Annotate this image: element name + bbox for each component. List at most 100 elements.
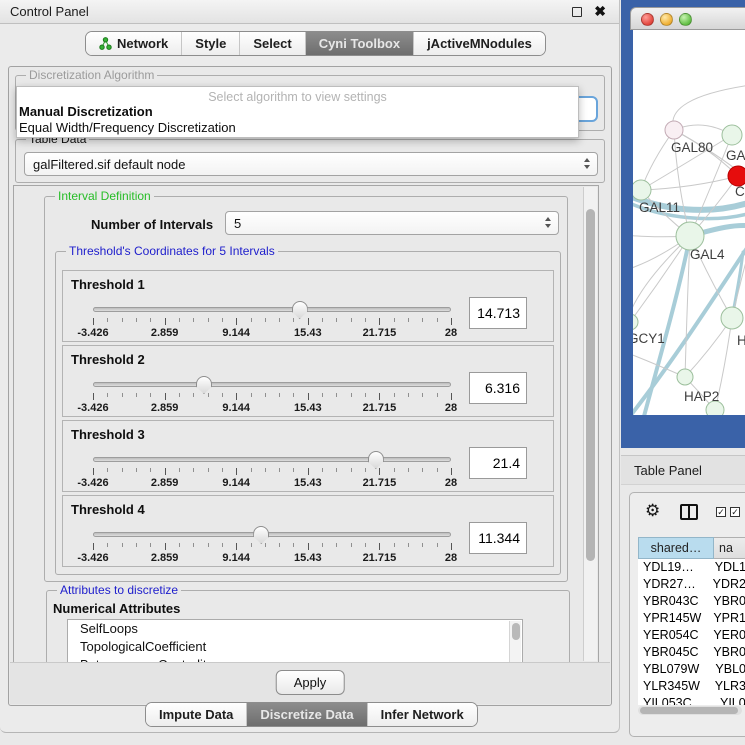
minimize-traffic-light-icon[interactable] — [660, 13, 673, 26]
table-toolbar: ⚙ ✓ ✓ — [630, 499, 745, 529]
tab-infer-network[interactable]: Infer Network — [367, 703, 477, 726]
network-node-label: GA — [726, 148, 745, 163]
list-scrollbar[interactable] — [509, 621, 521, 663]
table-cell: YBL0 — [709, 661, 745, 678]
table-row[interactable]: YDR27…YDR2 — [638, 576, 745, 593]
tab-label: Cyni Toolbox — [319, 32, 400, 56]
network-node-gcy1[interactable] — [633, 314, 638, 330]
table-cell: YER054C — [638, 627, 707, 644]
table-row[interactable]: YPR145WYPR1 — [638, 610, 745, 627]
attribute-item-selfloops[interactable]: SelfLoops — [68, 620, 522, 638]
table-data-combobox[interactable]: galFiltered.sif default node — [24, 152, 598, 176]
checkbox-icon-1[interactable]: ✓ — [716, 507, 726, 517]
settings-scrollbar[interactable] — [583, 187, 597, 661]
slider-ticks — [93, 318, 451, 326]
zoom-traffic-light-icon[interactable] — [679, 13, 692, 26]
num-intervals-label: Number of Intervals — [91, 217, 213, 232]
threshold-panel-threshold-1: Threshold 1-3.4262.8599.14415.4321.71528 — [62, 270, 554, 342]
table-panel-title: Table Panel — [634, 463, 702, 478]
tab-style[interactable]: Style — [181, 32, 239, 55]
table-panel-titlebar: Table Panel — [621, 455, 745, 485]
threshold-label: Threshold 4 — [71, 502, 145, 517]
threshold-slider[interactable]: -3.4262.8599.14415.4321.71528 — [93, 451, 451, 491]
threshold-value-input[interactable] — [469, 447, 527, 479]
interval-definition-group: Interval Definition Number of Intervals … — [44, 196, 568, 582]
table-panel: ⚙ ✓ ✓ shared…na YDL19…YDL1YDR27…YDR2YBR0… — [629, 492, 745, 737]
network-canvas[interactable]: GAL80GACGAL11GAL4GCY1HHAP2 — [633, 30, 745, 415]
table-row[interactable]: YER054CYER0 — [638, 627, 745, 644]
threshold-slider[interactable]: -3.4262.8599.14415.4321.71528 — [93, 301, 451, 341]
column-view-icon[interactable] — [680, 504, 698, 520]
network-node-label: GAL80 — [671, 140, 713, 155]
table-cell: YBR045C — [638, 644, 707, 661]
tab-label: Impute Data — [159, 703, 233, 727]
attributes-list[interactable]: SelfLoopsTopologicalCoefficientBetweenne… — [67, 619, 523, 663]
settings-scrollbar-thumb[interactable] — [586, 209, 595, 561]
table-cell: YER0 — [707, 627, 745, 644]
tab-impute-data[interactable]: Impute Data — [146, 703, 246, 726]
tab-cyni-toolbox[interactable]: Cyni Toolbox — [305, 32, 413, 55]
close-icon[interactable]: ✖ — [594, 3, 606, 20]
table-column-header[interactable]: na — [714, 537, 745, 559]
threshold-label: Threshold 2 — [71, 352, 145, 367]
tab-label: Discretize Data — [260, 703, 353, 727]
dropdown-placeholder: Select algorithm to view settings — [17, 87, 578, 104]
cyni-toolbox-panel: Discretization Algorithm Select algorith… — [8, 66, 612, 706]
network-node-gal4[interactable] — [676, 222, 704, 250]
threshold-value-input[interactable] — [469, 372, 527, 404]
network-node-ga[interactable] — [722, 125, 742, 145]
tab-jactivemnodules[interactable]: jActiveMNodules — [413, 32, 545, 55]
list-scrollbar-thumb[interactable] — [512, 623, 520, 640]
tab-label: Select — [253, 32, 291, 56]
network-node-gal11[interactable] — [633, 180, 651, 200]
checkbox-icon-2[interactable]: ✓ — [730, 507, 740, 517]
gear-icon[interactable]: ⚙ — [645, 501, 660, 521]
group-title: Interval Definition — [55, 189, 154, 203]
num-intervals-value: 5 — [234, 216, 241, 231]
float-window-icon[interactable] — [572, 7, 582, 17]
num-intervals-combobox[interactable]: 5 — [225, 211, 559, 235]
attributes-group: Attributes to discretize Numerical Attri… — [46, 590, 570, 663]
group-title: Attributes to discretize — [57, 583, 181, 597]
network-node-label: GAL4 — [690, 247, 725, 262]
table-cell: YBR0 — [707, 644, 745, 661]
close-traffic-light-icon[interactable] — [641, 13, 654, 26]
network-node-hap2[interactable] — [677, 369, 693, 385]
network-node-c[interactable] — [728, 166, 745, 186]
tab-discretize-data[interactable]: Discretize Data — [246, 703, 366, 726]
slider-thumb[interactable] — [368, 451, 384, 469]
threshold-value-input[interactable] — [469, 297, 527, 329]
slider-thumb[interactable] — [253, 526, 269, 544]
table-horizontal-scrollbar[interactable] — [638, 706, 742, 715]
apply-button[interactable]: Apply — [276, 670, 345, 695]
table-row[interactable]: YDL19…YDL1 — [638, 559, 745, 576]
table-row[interactable]: YLR345WYLR3 — [638, 678, 745, 695]
network-node-h[interactable] — [721, 307, 743, 329]
slider-thumb[interactable] — [292, 301, 308, 319]
slider-tick-labels: -3.4262.8599.14415.4321.71528 — [93, 402, 451, 414]
attribute-item-topologicalcoefficient[interactable]: TopologicalCoefficient — [68, 638, 522, 656]
algorithm-option-equal-width-frequency-discretization[interactable]: Equal Width/Frequency Discretization — [17, 120, 578, 136]
threshold-slider[interactable]: -3.4262.8599.14415.4321.71528 — [93, 376, 451, 416]
tab-network[interactable]: Network — [86, 32, 181, 55]
table-column-header[interactable]: shared… — [638, 537, 714, 559]
algorithm-option-manual-discretization[interactable]: Manual Discretization — [17, 104, 578, 120]
algorithm-dropdown-popup: Select algorithm to view settings Manual… — [16, 86, 579, 138]
slider-tick-labels: -3.4262.8599.14415.4321.71528 — [93, 327, 451, 339]
threshold-value-input[interactable] — [469, 522, 527, 554]
network-node-gal80[interactable] — [665, 121, 683, 139]
table-row[interactable]: YBL079WYBL0 — [638, 661, 745, 678]
table-header-row: shared…na — [638, 537, 745, 559]
threshold-label: Threshold 3 — [71, 427, 145, 442]
table-row[interactable]: YBR043CYBR0 — [638, 593, 745, 610]
group-title: Threshold's Coordinates for 5 Intervals — [66, 244, 278, 258]
threshold-slider[interactable]: -3.4262.8599.14415.4321.71528 — [93, 526, 451, 566]
table-cell: YIL053C — [638, 695, 714, 705]
slider-thumb[interactable] — [196, 376, 212, 394]
table-row[interactable]: YIL053CYIL0 — [638, 695, 745, 705]
cyni-mode-tabs: Impute Data Discretize Data Infer Network — [145, 702, 478, 727]
tab-select[interactable]: Select — [239, 32, 304, 55]
threshold-panel-threshold-2: Threshold 2 -3.4262.8599.14415.4321.71528 — [62, 345, 554, 417]
table-scrollbar-thumb[interactable] — [640, 707, 738, 714]
table-row[interactable]: YBR045CYBR0 — [638, 644, 745, 661]
